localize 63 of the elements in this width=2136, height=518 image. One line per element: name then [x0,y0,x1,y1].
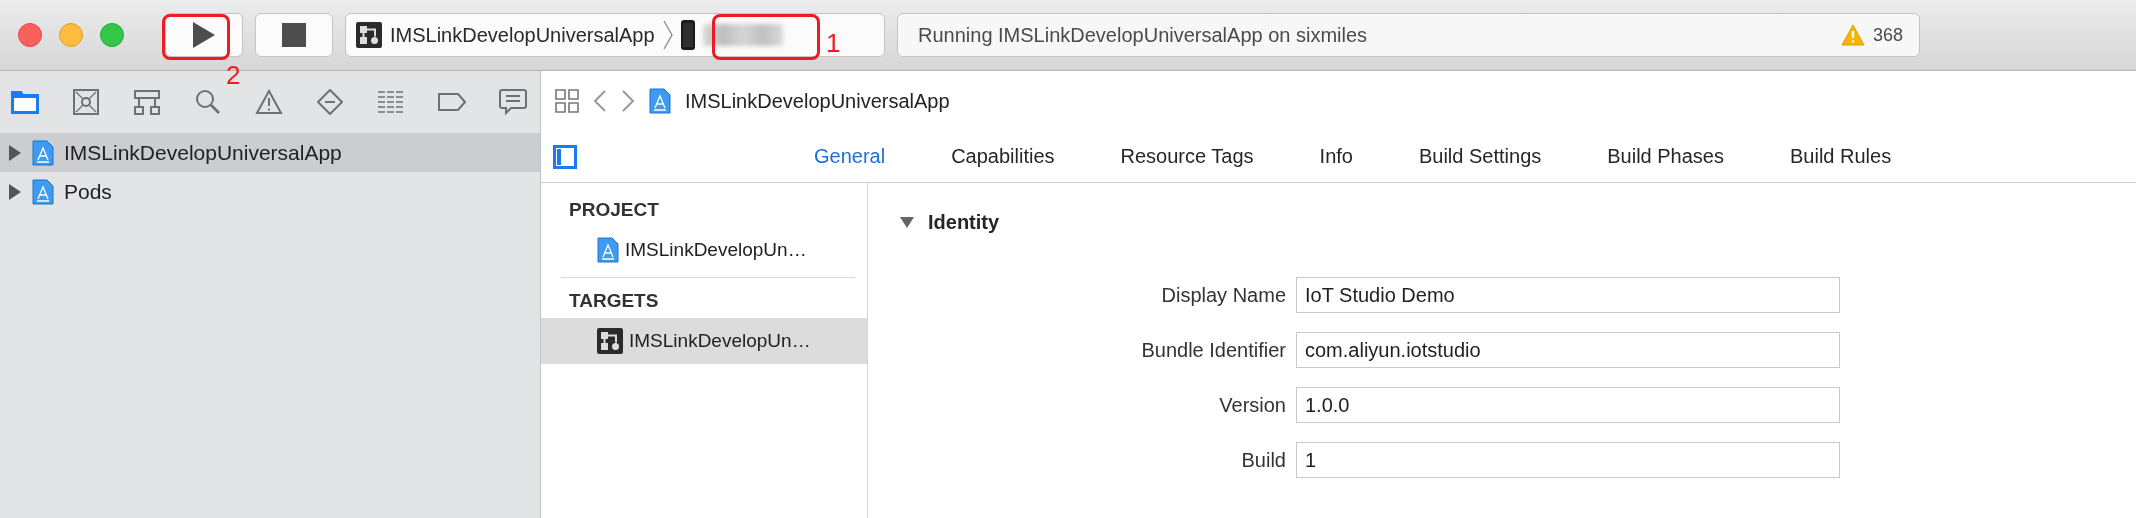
run-button[interactable] [165,13,243,57]
hierarchy-icon [134,89,160,115]
editor-tab[interactable]: Info [1319,145,1353,168]
annotation-number: 2 [226,62,241,88]
zoom-button[interactable] [100,23,124,47]
stop-icon [282,23,306,47]
project-list-item[interactable]: IMSLinkDevelopUn… [541,227,867,273]
field-label: Bundle Identifier [1141,338,1286,362]
close-button[interactable] [18,23,42,47]
text-field[interactable]: 1.0.0 [1296,387,1840,423]
navigator-tab[interactable] [132,87,162,117]
diamond-minus-icon [316,88,344,116]
navigator-item[interactable]: IMSLinkDevelopUniversalApp [0,133,540,172]
target-icon [356,22,382,48]
section-heading: PROJECT [568,198,660,222]
text-field[interactable]: IoT Studio Demo [1296,277,1840,313]
editor-tab[interactable]: Capabilities [951,145,1055,168]
navigator-tab[interactable] [498,87,528,117]
project-file-icon [32,139,54,166]
back-icon[interactable] [593,90,607,112]
play-icon [193,22,215,48]
annotation-number: 1 [826,30,841,56]
navigator-tab[interactable] [254,87,284,117]
search-icon [195,89,221,115]
field-label: Display Name [1161,283,1286,307]
list-icon [377,90,405,114]
jump-bar-path[interactable]: IMSLinkDevelopUniversalApp [685,89,950,113]
phone-icon [680,20,695,50]
editor-tab[interactable]: Build Rules [1790,145,1892,168]
project-file-icon [597,237,619,263]
project-list-item[interactable]: IMSLinkDevelopUn… [541,318,867,364]
forward-icon[interactable] [621,90,635,112]
folder-icon [11,90,39,114]
disclosure-triangle-icon[interactable] [8,183,22,200]
sidebar-toggle-icon[interactable] [553,144,577,169]
target-icon [597,328,623,354]
editor-tab[interactable]: General [814,145,886,168]
disclosure-triangle-icon[interactable] [8,144,22,161]
editor-tab[interactable]: Resource Tags [1120,145,1254,168]
section-title: Identity [928,210,1000,234]
navigator-item[interactable]: Pods [0,172,540,211]
comment-icon [499,89,527,115]
project-file-icon [32,178,54,205]
navigator-tab[interactable] [71,87,101,117]
text-field[interactable]: com.aliyun.iotstudio [1296,332,1840,368]
field-label: Build [1241,448,1286,472]
chevron-icon [662,20,673,50]
text-field[interactable]: 1 [1296,442,1840,478]
activity-view: Running IMSLinkDevelopUniversalApp on sixmiles 368 [897,13,1920,57]
square-x-icon [73,89,99,115]
warning-icon [255,89,283,115]
annotation-frame [162,14,230,60]
stop-button[interactable] [255,13,333,57]
section-heading: TARGETS [568,289,660,313]
project-file-icon [649,88,671,114]
disclosure-triangle-icon[interactable] [900,214,914,230]
warning-icon [1840,24,1865,46]
tag-icon [438,93,466,111]
grid-icon[interactable] [555,89,579,113]
field-label: Version [1219,393,1286,417]
navigator-tab[interactable] [315,87,345,117]
editor-tab[interactable]: Build Settings [1418,145,1542,168]
editor-tab[interactable]: Build Phases [1607,145,1724,168]
